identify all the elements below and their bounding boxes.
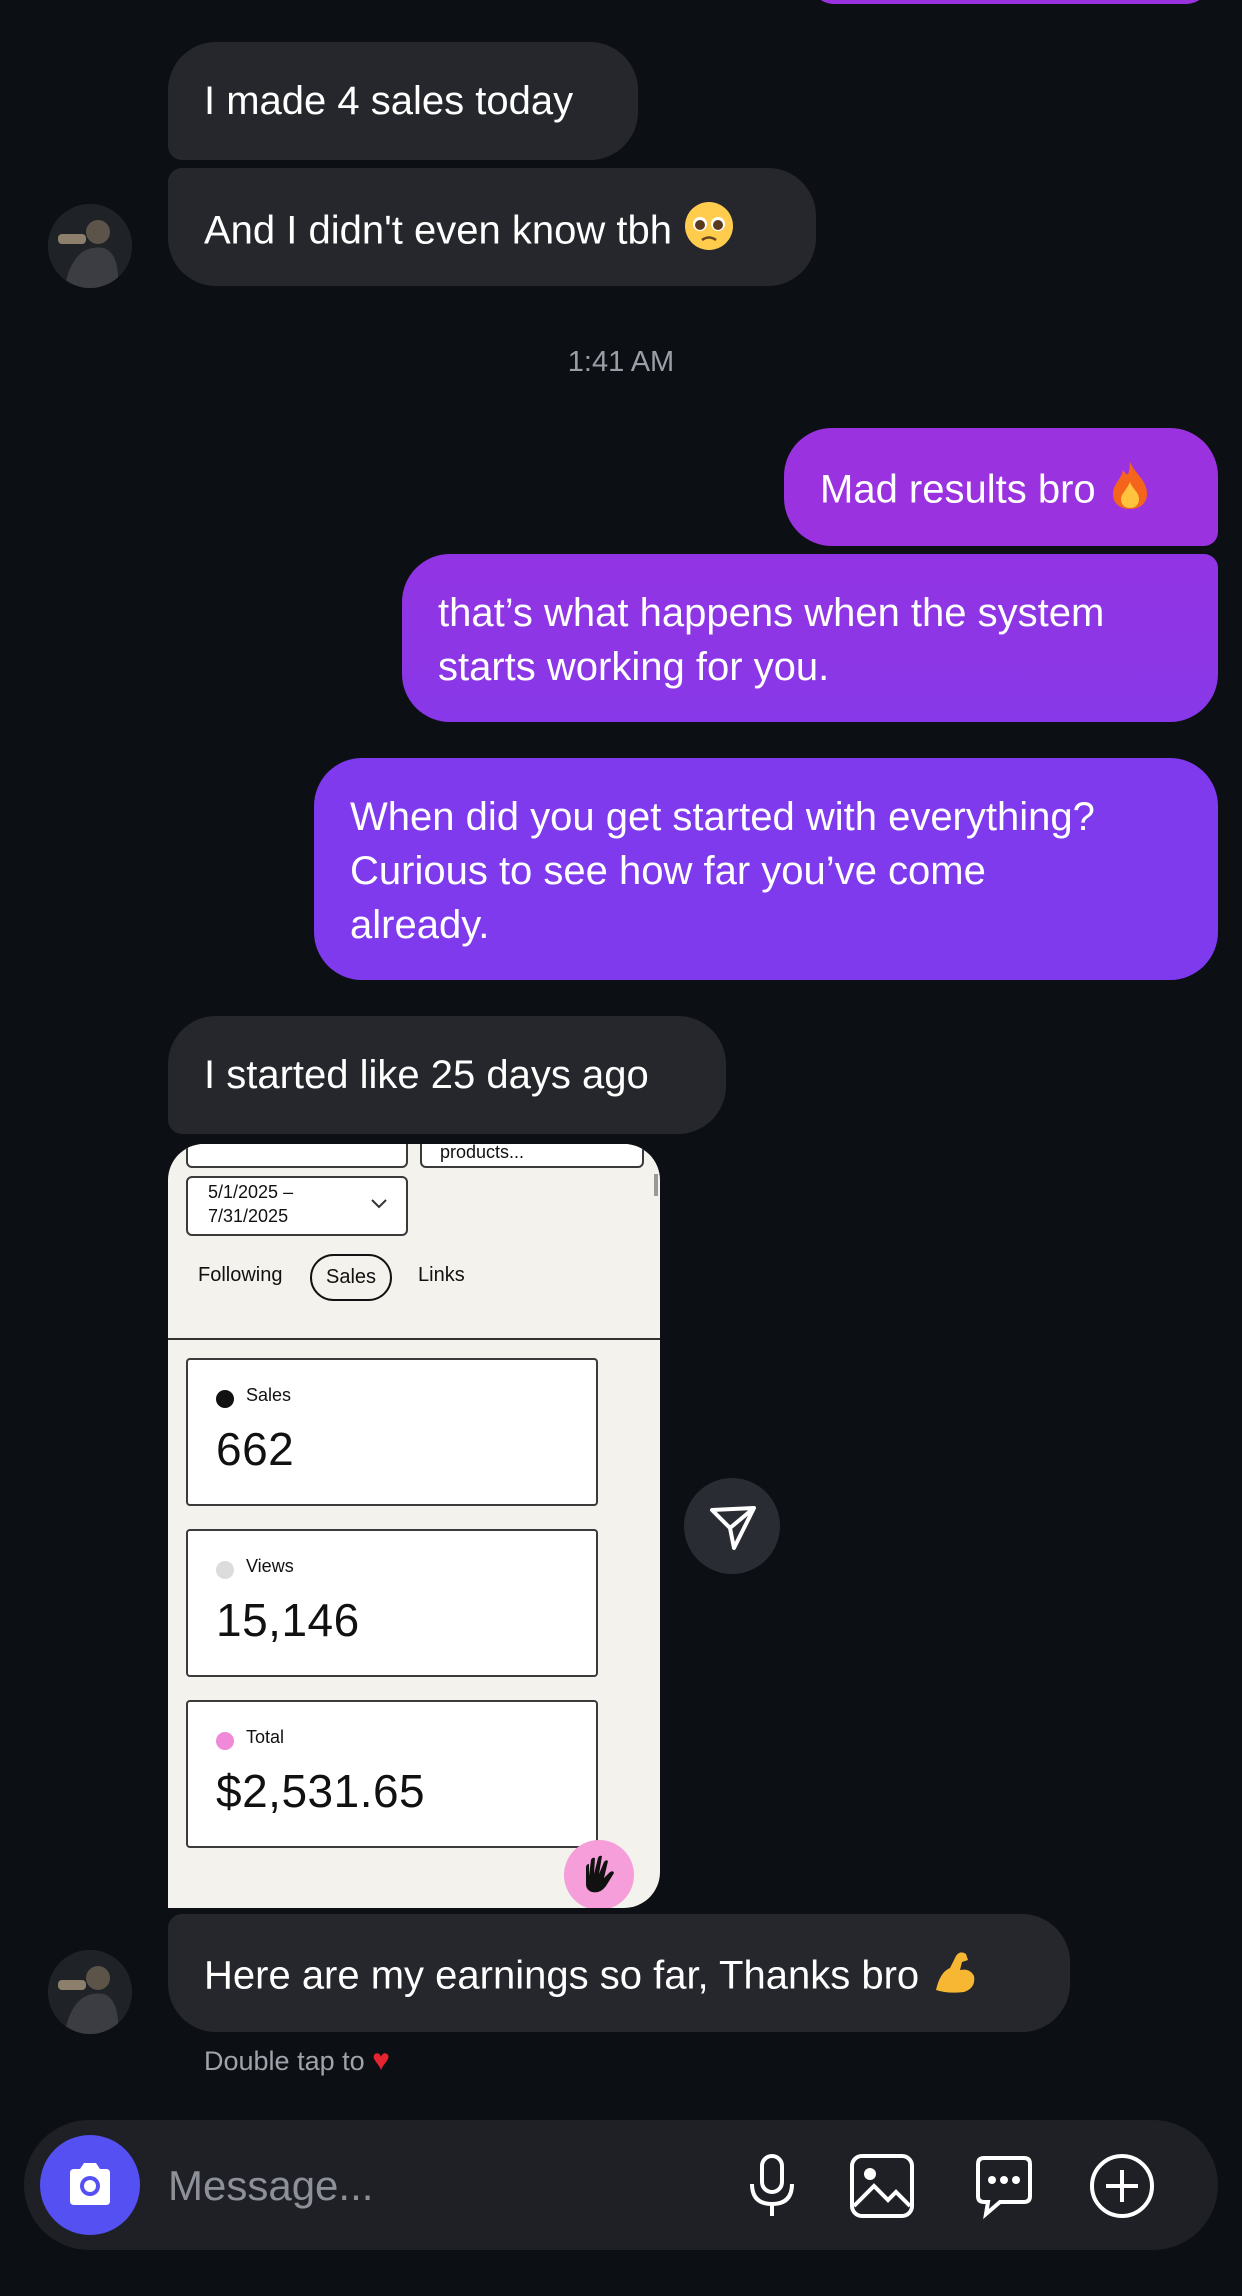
message-text: Here are my earnings so far, Thanks bro: [204, 1953, 920, 1998]
legend-dot: [216, 1732, 234, 1750]
share-button[interactable]: [684, 1478, 780, 1574]
metric-label: Views: [246, 1556, 294, 1576]
filter-field: [186, 1144, 408, 1168]
fire-icon: [1107, 460, 1153, 524]
metric-value: $2,531.65: [216, 1765, 426, 1817]
plus-circle-icon[interactable]: [1086, 2150, 1158, 2222]
avatar[interactable]: [48, 204, 132, 288]
message-input[interactable]: Message...: [168, 2162, 373, 2210]
tab-links: Links: [418, 1264, 465, 1286]
avatar[interactable]: [48, 1950, 132, 2034]
hint-text: Double tap to: [204, 2046, 365, 2076]
message-text: I started like 25 days ago: [204, 1053, 649, 1097]
message-incoming[interactable]: I started like 25 days ago: [168, 1016, 726, 1134]
message-incoming[interactable]: I made 4 sales today: [168, 42, 638, 160]
message-outgoing[interactable]: Mad results bro: [784, 428, 1218, 546]
legend-dot: [216, 1390, 234, 1408]
send-icon: [710, 1506, 756, 1550]
camera-button[interactable]: [40, 2135, 140, 2235]
message-text-line: When did you get started with everything…: [350, 795, 1095, 839]
timestamp: 1:41 AM: [567, 346, 675, 378]
pleading-face-icon: [683, 200, 735, 266]
metric-card-total: Total $2,531.65: [186, 1700, 598, 1848]
gallery-icon[interactable]: [846, 2150, 918, 2222]
metric-label: Sales: [246, 1385, 292, 1405]
message-text-line: already.: [350, 903, 490, 947]
double-tap-hint: Double tap to ♥: [204, 2044, 390, 2078]
message-text: Mad results bro: [820, 467, 1096, 512]
microphone-icon[interactable]: [736, 2150, 808, 2222]
wave-icon: [564, 1840, 634, 1908]
legend-dot: [216, 1561, 234, 1579]
chevron-down-icon: [371, 1199, 387, 1209]
products-field-text: products...: [440, 1144, 525, 1162]
metric-value: 15,146: [216, 1594, 360, 1646]
metric-card-views: Views 15,146: [186, 1529, 598, 1677]
message-composer: Message...: [24, 2120, 1218, 2250]
shared-screenshot[interactable]: products... 5/1/2025 – 7/31/2025 Followi…: [168, 1144, 660, 1908]
message-outgoing[interactable]: When did you get started with everything…: [314, 758, 1218, 980]
divider: [168, 1338, 660, 1340]
flexed-biceps-icon: [930, 1946, 980, 2010]
metric-card-sales: Sales 662: [186, 1358, 598, 1506]
heart-icon: ♥: [372, 2044, 390, 2077]
message-incoming[interactable]: And I didn't even know tbh: [168, 168, 816, 286]
date-range-start: 5/1/2025 –: [208, 1182, 294, 1202]
tab-following: Following: [198, 1264, 283, 1286]
date-range-end: 7/31/2025: [208, 1206, 289, 1226]
message-text-line: that’s what happens when the system: [438, 591, 1105, 635]
message-text-line: starts working for you.: [438, 645, 830, 689]
scrollbar: [654, 1174, 658, 1196]
chat-bubble-icon[interactable]: [968, 2150, 1040, 2222]
metric-label: Total: [246, 1727, 285, 1747]
message-outgoing[interactable]: that’s what happens when the system star…: [402, 554, 1218, 722]
date-range-dropdown: 5/1/2025 – 7/31/2025: [186, 1176, 408, 1236]
message-text: And I didn't even know tbh: [204, 208, 672, 253]
message-text-line: Curious to see how far you’ve come: [350, 849, 986, 893]
metric-value: 662: [216, 1423, 295, 1475]
message-text: I made 4 sales today: [204, 79, 574, 123]
tab-sales: Sales: [310, 1254, 393, 1301]
message-incoming[interactable]: Here are my earnings so far, Thanks bro: [168, 1914, 1070, 2032]
previous-outgoing-bubble: [810, 0, 1210, 4]
products-field: products...: [420, 1144, 644, 1168]
camera-icon: [70, 2163, 110, 2205]
